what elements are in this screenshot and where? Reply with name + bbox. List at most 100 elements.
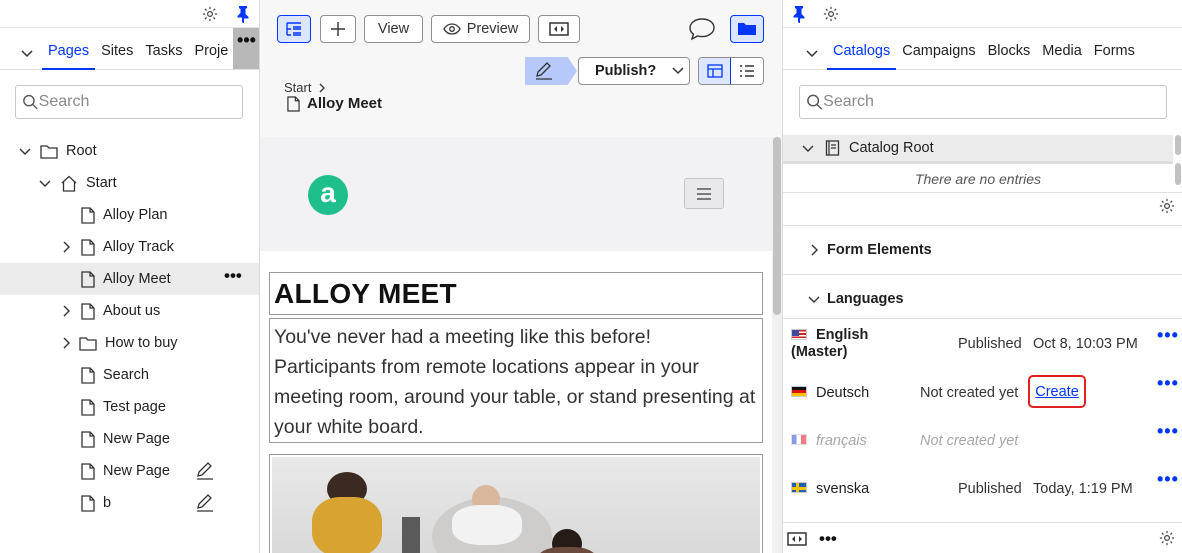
tab-catalogs[interactable]: Catalogs bbox=[827, 36, 897, 70]
language-status: Published bbox=[958, 481, 1022, 497]
language-more-options[interactable]: ••• bbox=[1157, 374, 1179, 392]
compare-icon[interactable] bbox=[785, 527, 809, 551]
image-block[interactable] bbox=[269, 454, 763, 553]
collapse-chevron-icon[interactable] bbox=[16, 46, 38, 60]
preview-scrollbar[interactable] bbox=[772, 137, 782, 553]
intro-block[interactable]: You've never had a meeting like this bef… bbox=[269, 318, 763, 443]
pin-icon[interactable] bbox=[785, 0, 813, 28]
catalog-search-input[interactable] bbox=[823, 93, 1166, 111]
add-button[interactable] bbox=[320, 15, 356, 43]
settings-gear-icon[interactable] bbox=[1158, 529, 1176, 547]
tree-item-new-page-2[interactable]: New Page bbox=[0, 455, 259, 487]
fr-flag-icon bbox=[791, 434, 807, 445]
pages-search-field[interactable] bbox=[15, 85, 243, 119]
tab-sites[interactable]: Sites bbox=[95, 36, 139, 70]
language-more-options[interactable]: ••• bbox=[1157, 326, 1179, 344]
hamburger-menu-button[interactable] bbox=[684, 178, 724, 209]
us-flag-icon bbox=[791, 329, 807, 340]
toggle-tree-button[interactable] bbox=[277, 15, 311, 43]
chevron-down-icon[interactable] bbox=[17, 143, 33, 159]
breadcrumb: Start bbox=[284, 80, 327, 95]
tab-forms[interactable]: Forms bbox=[1088, 36, 1141, 70]
tree-item-about-us[interactable]: About us bbox=[0, 295, 259, 327]
language-status: Not created yet bbox=[920, 385, 1019, 401]
toggle-assets-button[interactable] bbox=[730, 15, 764, 43]
chevron-down-icon[interactable] bbox=[37, 175, 53, 191]
tab-blocks[interactable]: Blocks bbox=[982, 36, 1037, 70]
form-elements-section[interactable]: Form Elements bbox=[783, 225, 1182, 273]
collapse-chevron-icon[interactable] bbox=[801, 46, 823, 60]
chevron-down-icon[interactable] bbox=[801, 141, 815, 155]
tree-item-alloy-meet[interactable]: Alloy Meet ••• bbox=[0, 263, 259, 295]
language-row-svenska: svenska Published Today, 1:19 PM ••• bbox=[783, 466, 1182, 514]
languages-section[interactable]: Languages bbox=[783, 274, 1182, 322]
tree-item-alloy-track[interactable]: Alloy Track bbox=[0, 231, 259, 263]
catalog-search-field[interactable] bbox=[799, 85, 1167, 119]
settings-gear-icon[interactable] bbox=[1158, 197, 1176, 215]
more-options-button[interactable]: ••• bbox=[819, 530, 837, 547]
catalog-icon bbox=[825, 140, 841, 156]
heading-block[interactable]: ALLOY MEET bbox=[269, 272, 763, 315]
edit-mode-indicator[interactable] bbox=[525, 57, 577, 85]
folder-open-icon bbox=[738, 23, 756, 35]
more-options-button[interactable]: ••• bbox=[233, 28, 259, 69]
tab-tasks[interactable]: Tasks bbox=[139, 36, 188, 70]
settings-gear-icon[interactable] bbox=[817, 0, 845, 28]
language-row-deutsch: Deutsch Not created yet Create ••• bbox=[783, 370, 1182, 418]
language-more-options[interactable]: ••• bbox=[1157, 470, 1179, 488]
tree-item-alloy-plan[interactable]: Alloy Plan bbox=[0, 199, 259, 231]
preview-button[interactable]: Preview bbox=[431, 15, 530, 43]
chevron-down-icon[interactable] bbox=[807, 292, 821, 306]
tree-item-label: Test page bbox=[103, 399, 166, 415]
all-properties-toggle[interactable] bbox=[731, 58, 763, 84]
right-pane-topbar bbox=[783, 0, 1182, 28]
chevron-right-icon bbox=[320, 83, 326, 92]
create-language-link[interactable]: Create bbox=[1035, 384, 1079, 400]
item-more-options-button[interactable]: ••• bbox=[224, 267, 242, 284]
de-flag-icon bbox=[791, 386, 807, 397]
scrollbar-thumb[interactable] bbox=[773, 137, 781, 315]
catalog-divider bbox=[783, 161, 1173, 164]
settings-gear-icon[interactable] bbox=[196, 0, 224, 28]
on-page-edit-toggle[interactable] bbox=[699, 58, 732, 84]
folder-icon bbox=[40, 144, 58, 159]
tab-projects[interactable]: Proje bbox=[188, 36, 234, 70]
home-icon bbox=[60, 175, 78, 192]
compare-button[interactable] bbox=[538, 15, 580, 43]
tree-item-new-page[interactable]: New Page bbox=[0, 423, 259, 455]
layout-toggle bbox=[698, 57, 764, 85]
tree-item-root[interactable]: Root bbox=[0, 135, 259, 167]
comment-icon[interactable] bbox=[688, 17, 716, 41]
pages-search-input[interactable] bbox=[38, 93, 242, 111]
publish-label: Publish? bbox=[595, 63, 657, 79]
page-icon bbox=[81, 366, 95, 384]
site-logo[interactable]: a bbox=[308, 175, 348, 215]
tree-item-how-to-buy[interactable]: How to buy bbox=[0, 327, 259, 359]
catalog-scrollbar[interactable] bbox=[1173, 135, 1182, 191]
tab-pages[interactable]: Pages bbox=[42, 36, 96, 70]
language-name: français bbox=[816, 433, 867, 449]
chevron-right-icon[interactable] bbox=[58, 335, 74, 351]
catalog-root-row[interactable]: Catalog Root bbox=[783, 135, 1173, 161]
language-name: svenska bbox=[816, 481, 870, 497]
tree-item-search[interactable]: Search bbox=[0, 359, 259, 391]
publish-menu-button[interactable]: Publish? bbox=[578, 57, 690, 85]
chevron-right-icon[interactable] bbox=[807, 243, 821, 257]
breadcrumb-parent[interactable]: Start bbox=[284, 80, 311, 95]
pencil-icon bbox=[195, 462, 215, 480]
tab-media[interactable]: Media bbox=[1036, 36, 1088, 70]
tree-item-label: Alloy Track bbox=[103, 239, 174, 255]
chevron-right-icon[interactable] bbox=[58, 303, 74, 319]
catalog-footer bbox=[783, 192, 1182, 220]
pin-icon[interactable] bbox=[229, 0, 257, 28]
language-status: Published bbox=[958, 336, 1022, 352]
chevron-right-icon[interactable] bbox=[58, 239, 74, 255]
tree-item-b[interactable]: b bbox=[0, 487, 259, 519]
tab-campaigns[interactable]: Campaigns bbox=[896, 36, 981, 70]
language-more-options[interactable]: ••• bbox=[1157, 422, 1179, 440]
view-button[interactable]: View bbox=[364, 15, 423, 43]
se-flag-icon bbox=[791, 482, 807, 493]
page-icon bbox=[81, 238, 95, 256]
tree-item-start[interactable]: Start bbox=[0, 167, 259, 199]
tree-item-test-page[interactable]: Test page bbox=[0, 391, 259, 423]
